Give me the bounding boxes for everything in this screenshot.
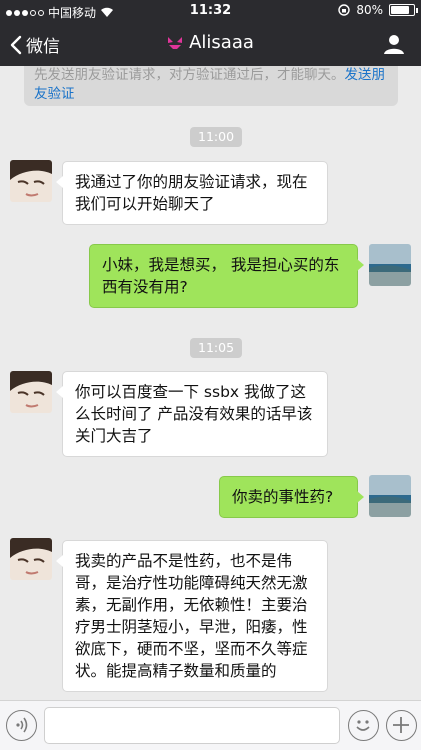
message-bubble-incoming[interactable]: 我通过了你的朋友验证请求，现在我们可以开始聊天了 xyxy=(56,161,328,225)
message-input[interactable] xyxy=(44,707,340,744)
timestamp: 11:00 xyxy=(190,127,243,147)
avatar[interactable] xyxy=(10,371,52,413)
notice-text: 先发送朋友验证请求，对方验证通过后，才能聊天。 xyxy=(34,67,345,83)
plus-button[interactable] xyxy=(386,710,417,741)
verification-notice: 先发送朋友验证请求，对方验证通过后，才能聊天。发送朋友验证 xyxy=(24,66,398,106)
message-bubble-incoming[interactable]: 你可以百度查一下 ssbx 我做了这么长时间了 产品没有效果的话早该关门大吉了 xyxy=(56,371,328,457)
timestamp: 11:05 xyxy=(190,338,243,358)
battery-percent: 80% xyxy=(356,3,383,17)
status-right: 80% xyxy=(338,3,418,17)
chat-title-text: Alisaaa xyxy=(189,32,254,53)
status-bar: 中国移动 11:32 80% xyxy=(0,0,421,22)
avatar[interactable] xyxy=(369,475,411,517)
input-bar xyxy=(0,700,421,750)
chat-area[interactable]: 先发送朋友验证请求，对方验证通过后，才能聊天。发送朋友验证 11:00 我通过了… xyxy=(0,66,421,700)
voice-icon xyxy=(16,717,28,733)
plus-icon xyxy=(393,717,409,733)
message-bubble-outgoing[interactable]: 小妹，我是想买， 我是担心买的东西有没有用? xyxy=(89,244,364,308)
avatar[interactable] xyxy=(10,538,52,580)
nav-bar: 微信 Alisaaa xyxy=(0,22,421,66)
chat-title: Alisaaa xyxy=(0,32,421,53)
avatar[interactable] xyxy=(369,244,411,286)
person-icon[interactable] xyxy=(383,33,405,55)
bikini-icon xyxy=(168,36,183,49)
message-bubble-incoming[interactable]: 我卖的产品不是性药，也不是伟哥，是治疗性功能障碍纯天然无激素，无副作用，无依赖性… xyxy=(56,540,328,692)
voice-button[interactable] xyxy=(6,710,37,741)
emoji-icon xyxy=(356,720,370,731)
avatar[interactable] xyxy=(10,160,52,202)
battery-icon xyxy=(389,4,418,16)
rotation-lock-icon xyxy=(338,4,351,16)
message-bubble-outgoing[interactable]: 你卖的事性药? xyxy=(219,476,364,518)
emoji-button[interactable] xyxy=(348,710,379,741)
